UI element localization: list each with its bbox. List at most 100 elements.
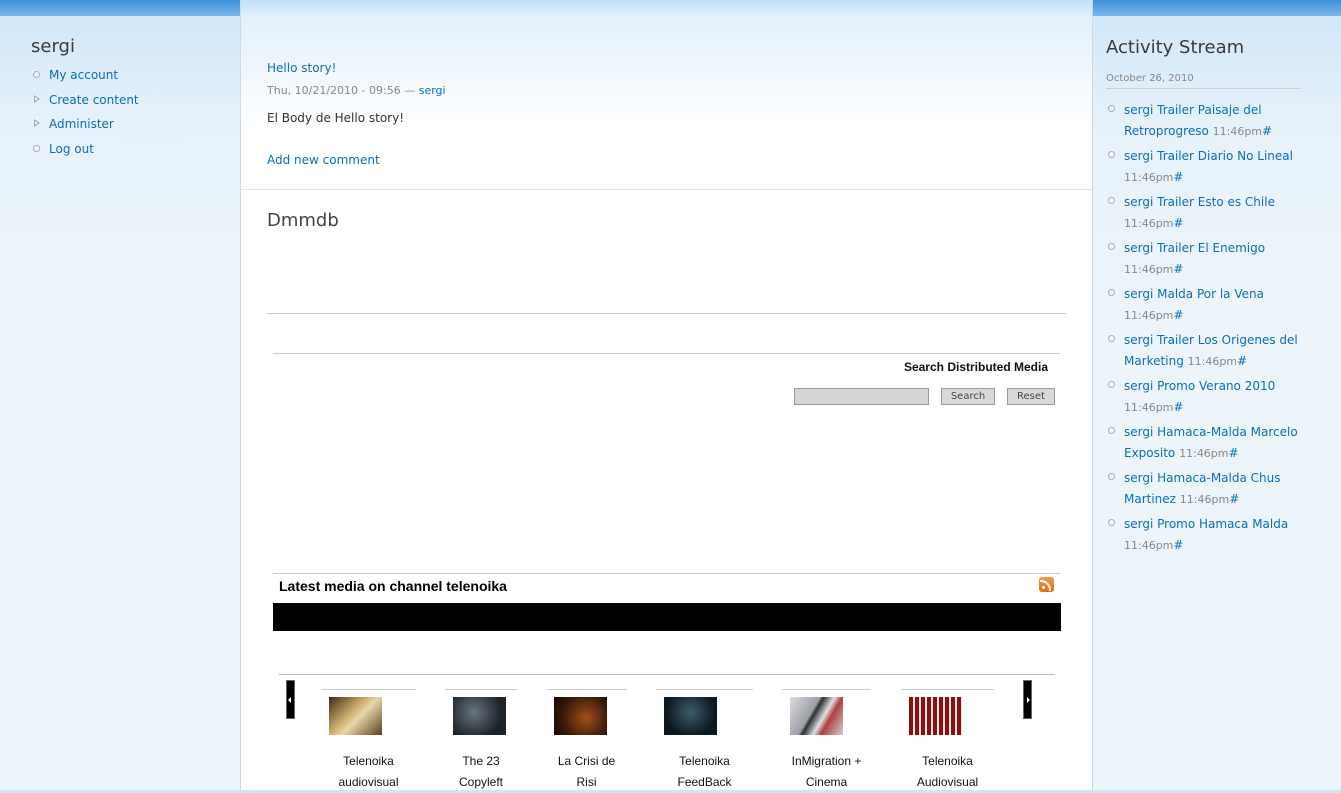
carousel-top-line (279, 674, 1055, 675)
permalink[interactable]: # (1237, 354, 1247, 368)
activity-item: sergi Trailer Esto es Chile 11:46pm# (1106, 192, 1306, 234)
activity-time: 11:46pm (1124, 539, 1174, 552)
item-title-line: Telenoika (922, 754, 973, 768)
media-player-bar (273, 603, 1061, 631)
item-title[interactable]: La Crisi de Risi (546, 751, 627, 793)
permalink[interactable]: # (1229, 492, 1239, 506)
activity-link[interactable]: sergi Trailer El Enemigo (1124, 241, 1265, 255)
item-title[interactable]: Telenoika Audiovisual (901, 751, 994, 793)
video-thumbnail[interactable] (453, 697, 506, 735)
menu-link[interactable]: My account (49, 68, 118, 82)
permalink[interactable]: # (1173, 400, 1183, 414)
video-thumbnail[interactable] (664, 697, 717, 735)
carousel-prev-button[interactable] (286, 680, 295, 719)
activity-item: sergi Trailer El Enemigo 11:46pm# (1106, 238, 1306, 280)
permalink[interactable]: # (1173, 170, 1183, 184)
item-top-line (546, 689, 627, 690)
search-input[interactable] (794, 388, 929, 405)
divider (273, 353, 1060, 354)
circle-bullet-icon (1108, 105, 1115, 112)
item-title-line: InMigration + (791, 754, 862, 768)
video-thumbnail[interactable] (909, 697, 962, 735)
menu-item-log-out[interactable]: Log out (33, 140, 139, 165)
activity-item: sergi Trailer Diario No Lineal 11:46pm# (1106, 146, 1306, 188)
carousel-item[interactable]: La Crisi de Risi (546, 689, 627, 789)
activity-time: 11:46pm (1124, 401, 1174, 414)
permalink[interactable]: # (1173, 538, 1183, 552)
item-title-line: Cinema (805, 775, 848, 789)
carousel-item[interactable]: The 23 Copyleft (445, 689, 517, 789)
node-author-link[interactable]: sergi (419, 84, 446, 97)
activity-item: sergi Hamaca-Malda Chus Martinez 11:46pm… (1106, 468, 1306, 510)
block-title-dmmdb: Dmmdb (267, 210, 339, 231)
circle-bullet-icon (33, 71, 40, 78)
permalink[interactable]: # (1173, 262, 1183, 276)
carousel-item[interactable]: Telenoika FeedBack (656, 689, 753, 789)
circle-bullet-icon (1108, 473, 1115, 480)
activity-time: 11:46pm (1124, 171, 1174, 184)
menu-link[interactable]: Log out (49, 142, 94, 156)
add-comment-link[interactable]: Add new comment (267, 153, 380, 167)
circle-bullet-icon (1108, 519, 1115, 526)
menu-link[interactable]: Create content (49, 93, 139, 107)
latest-media-heading: Latest media on channel telenoika (279, 578, 507, 594)
item-top-line (782, 689, 871, 690)
activity-time: 11:46pm (1179, 493, 1230, 506)
search-heading: Search Distributed Media (903, 360, 1048, 374)
carousel-next-button[interactable] (1023, 680, 1032, 719)
activity-item: sergi Trailer Los Origenes del Marketing… (1106, 330, 1306, 372)
circle-bullet-icon (33, 144, 40, 152)
arrow-left-icon (288, 697, 291, 703)
permalink[interactable]: # (1173, 216, 1183, 230)
carousel-item[interactable]: Telenoika audiovisual (321, 689, 416, 789)
user-menu: My account Create content Administer Log… (33, 66, 139, 164)
activity-link[interactable]: sergi Promo Hamaca Malda (1124, 517, 1288, 531)
activity-date: October 26, 2010 (1106, 73, 1301, 89)
item-title[interactable]: Telenoika audiovisual (321, 751, 416, 793)
activity-time: 11:46pm (1179, 447, 1229, 460)
video-thumbnail[interactable] (554, 697, 607, 735)
item-top-line (445, 689, 517, 690)
activity-link[interactable]: sergi Trailer Diario No Lineal (1124, 149, 1293, 163)
activity-list: sergi Trailer Paisaje del Retroprogreso … (1106, 100, 1306, 560)
activity-link[interactable]: sergi Trailer Esto es Chile (1124, 195, 1275, 209)
menu-item-administer[interactable]: Administer (33, 115, 139, 140)
rss-icon[interactable] (1039, 577, 1054, 592)
item-title-line: Risi (576, 775, 597, 789)
reset-button[interactable]: Reset (1007, 388, 1055, 405)
video-thumbnail[interactable] (790, 697, 843, 735)
permalink[interactable]: # (1262, 124, 1272, 138)
activity-link[interactable]: sergi Malda Por la Vena (1124, 287, 1264, 301)
activity-item: sergi Promo Hamaca Malda 11:46pm# (1106, 514, 1306, 556)
menu-link[interactable]: Administer (49, 117, 114, 131)
activity-link[interactable]: sergi Promo Verano 2010 (1124, 379, 1275, 393)
activity-item: sergi Hamaca-Malda Marcelo Exposito 11:4… (1106, 422, 1306, 464)
item-title-line: The 23 (462, 754, 500, 768)
activity-item: sergi Trailer Paisaje del Retroprogreso … (1106, 100, 1306, 142)
item-title[interactable]: InMigration + Cinema (782, 751, 871, 793)
node-title-link[interactable]: Hello story! (267, 61, 336, 75)
divider (273, 573, 1060, 574)
activity-time: 11:46pm (1124, 263, 1174, 276)
circle-bullet-icon (1108, 289, 1115, 296)
node-meta: Thu, 10/21/2010 - 09:56 — sergi (267, 84, 446, 97)
menu-item-my-account[interactable]: My account (33, 66, 139, 91)
menu-item-create-content[interactable]: Create content (33, 91, 139, 116)
permalink[interactable]: # (1229, 446, 1239, 460)
carousel-item[interactable]: Telenoika Audiovisual (901, 689, 994, 789)
main-content: Hello story! Thu, 10/21/2010 - 09:56 — s… (240, 0, 1093, 790)
item-title-line: Audiovisual (916, 775, 979, 789)
node-date: Thu, 10/21/2010 - 09:56 — (267, 84, 416, 97)
triangle-bullet-icon (34, 94, 40, 103)
search-button[interactable]: Search (941, 388, 995, 405)
triangle-bullet-icon (34, 119, 40, 127)
circle-bullet-icon (1108, 151, 1115, 158)
circle-bullet-icon (1108, 197, 1115, 204)
main-top-band (241, 0, 1092, 18)
item-title[interactable]: Telenoika FeedBack (656, 751, 753, 793)
item-title[interactable]: The 23 Copyleft (445, 751, 517, 793)
item-title-line: La Crisi de (557, 754, 616, 768)
video-thumbnail[interactable] (329, 697, 382, 735)
permalink[interactable]: # (1173, 308, 1183, 322)
carousel-item[interactable]: InMigration + Cinema (782, 689, 871, 789)
